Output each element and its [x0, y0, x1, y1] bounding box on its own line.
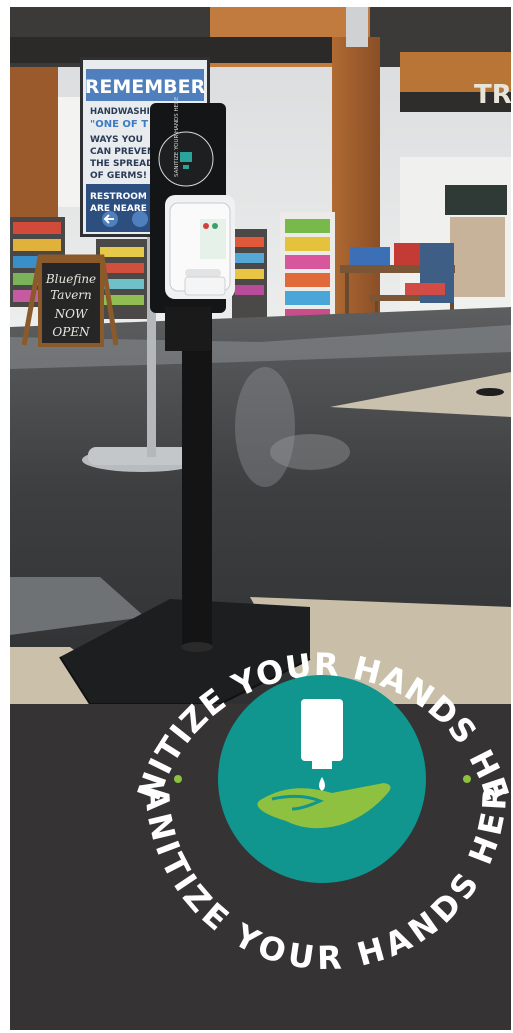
- poster-line-6: OF GERMS!: [90, 171, 147, 181]
- chalkboard-line-3: NOW: [54, 307, 89, 321]
- arrow-right-icon: [132, 211, 148, 227]
- chalkboard-line-2: Tavern: [50, 288, 92, 302]
- poster-line-3: WAYS YOU: [90, 135, 143, 145]
- airport-concourse-photo: Bluefine Tavern NOW OPEN TRA REMEMBER HA…: [10, 7, 511, 704]
- poster-heading: REMEMBER: [85, 76, 206, 98]
- chalkboard-line-4: OPEN: [52, 325, 90, 339]
- bottom-panel: [10, 704, 511, 1030]
- poster-line-2: "ONE OF T: [90, 119, 148, 130]
- poster-line-7: RESTROOM: [90, 192, 147, 202]
- chalkboard-line-1: Bluefine: [45, 272, 96, 286]
- storefront-sign: TRA: [474, 80, 511, 110]
- poster-line-5: THE SPREAD: [90, 159, 154, 169]
- dispenser-panel-text: SANITIZE YOUR HANDS HERE: [174, 96, 180, 177]
- sanitize-banner: Bluefine Tavern NOW OPEN TRA REMEMBER HA…: [10, 7, 511, 1030]
